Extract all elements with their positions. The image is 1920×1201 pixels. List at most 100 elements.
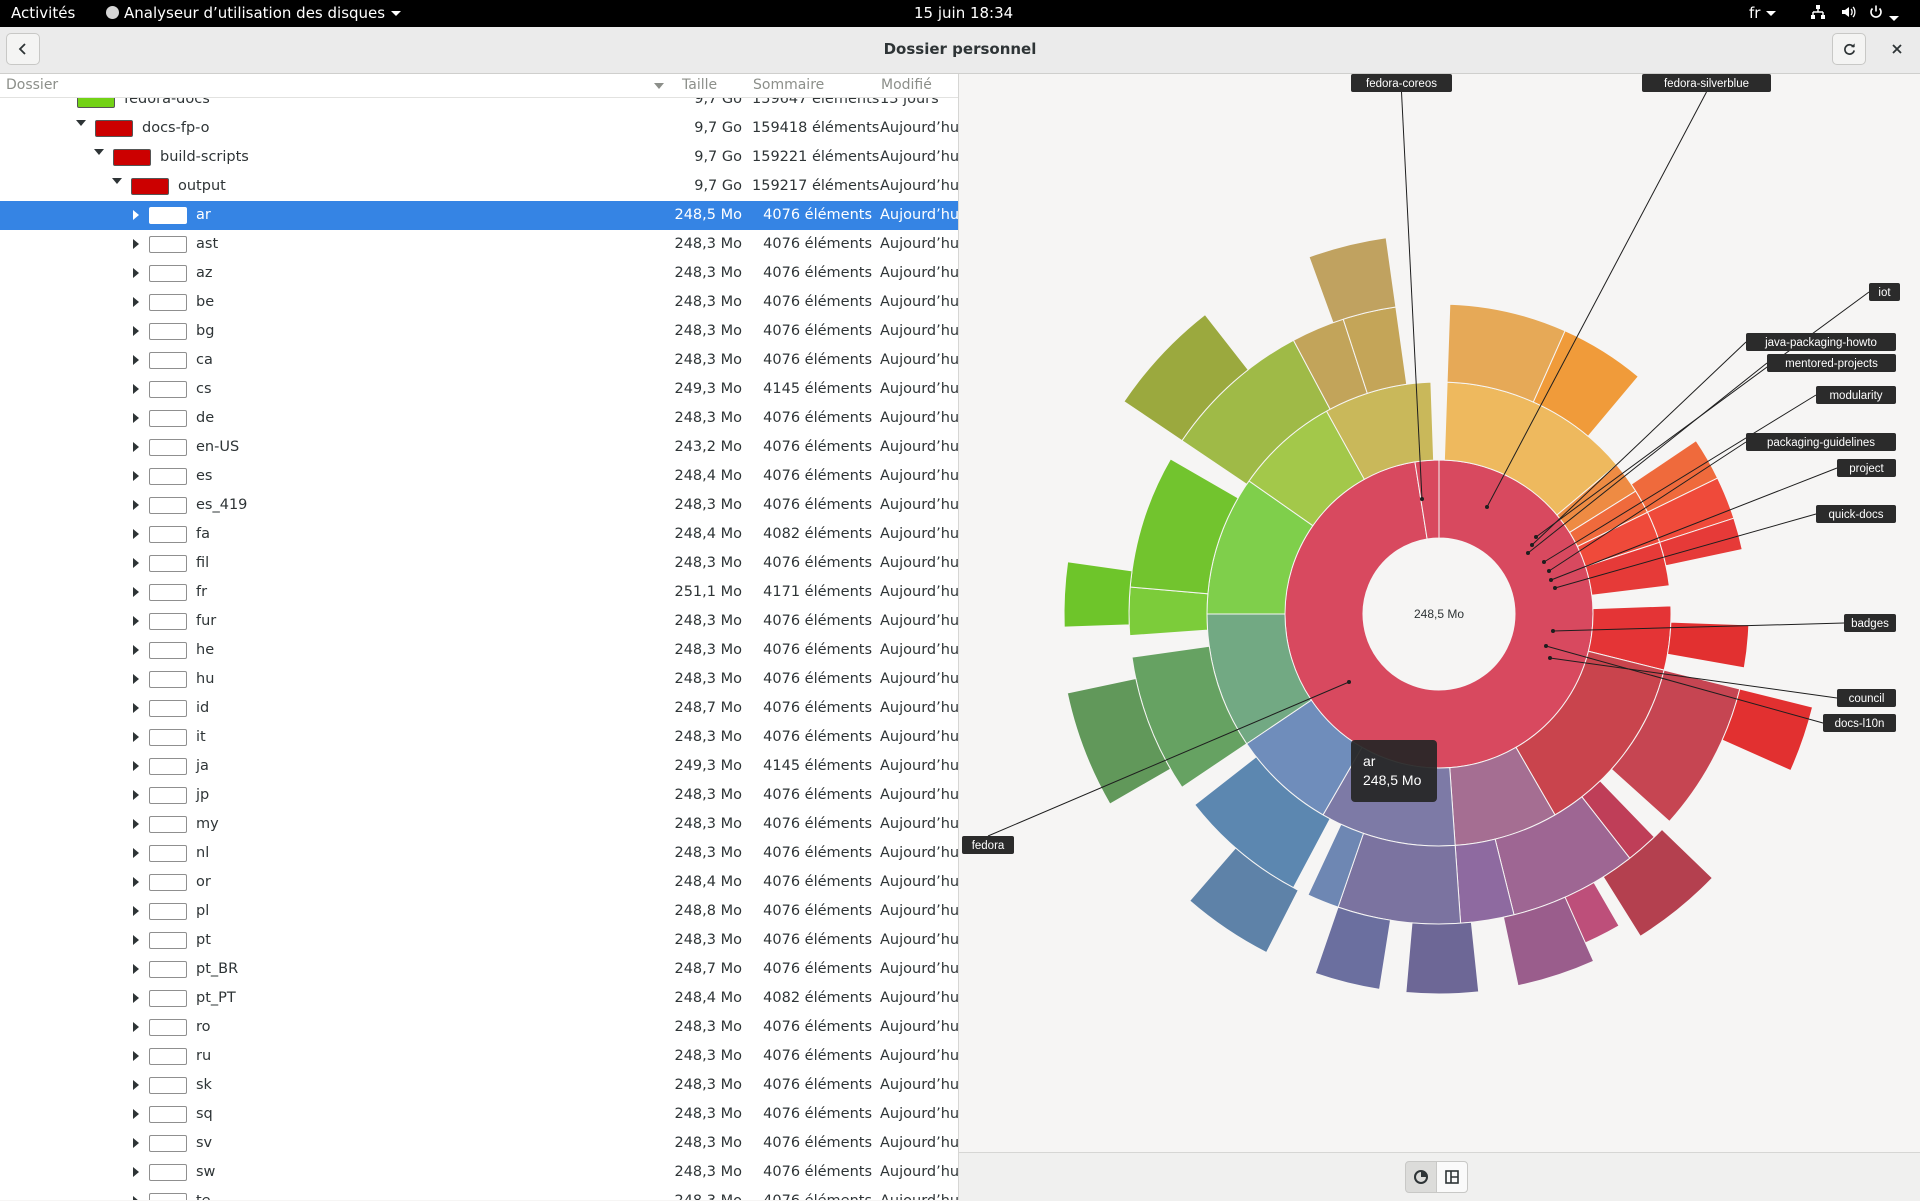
expand-arrow-icon[interactable]	[133, 1109, 139, 1119]
expand-arrow-icon[interactable]	[133, 993, 139, 1003]
tree-row[interactable]: pt_PT 248,4 Mo 4082 éléments Aujourd’hui	[0, 984, 958, 1013]
tree-row[interactable]: ru 248,3 Mo 4076 éléments Aujourd’hui	[0, 1042, 958, 1071]
refresh-button[interactable]	[1832, 33, 1866, 65]
tree-row[interactable]: ja 249,3 Mo 4145 éléments Aujourd’hui	[0, 752, 958, 781]
tree-row[interactable]: nl 248,3 Mo 4076 éléments Aujourd’hui	[0, 839, 958, 868]
tree-row[interactable]: ast 248,3 Mo 4076 éléments Aujourd’hui	[0, 230, 958, 259]
column-modified[interactable]: Modifié	[881, 77, 932, 93]
collapse-arrow-icon[interactable]	[94, 149, 104, 155]
expand-arrow-icon[interactable]	[133, 355, 139, 365]
tree-row[interactable]: pt_BR 248,7 Mo 4076 éléments Aujourd’hui	[0, 955, 958, 984]
tree-row[interactable]: hu 248,3 Mo 4076 éléments Aujourd’hui	[0, 665, 958, 694]
tree-row[interactable]: id 248,7 Mo 4076 éléments Aujourd’hui	[0, 694, 958, 723]
volume-icon[interactable]	[1840, 4, 1856, 24]
clock[interactable]: 15 juin 18:34	[914, 4, 1013, 22]
expand-arrow-icon[interactable]	[133, 1167, 139, 1177]
expand-arrow-icon[interactable]	[133, 297, 139, 307]
treemap-chart-button[interactable]	[1436, 1161, 1468, 1193]
tree-row[interactable]: bg 248,3 Mo 4076 éléments Aujourd’hui	[0, 317, 958, 346]
collapse-arrow-icon[interactable]	[112, 178, 122, 184]
expand-arrow-icon[interactable]	[133, 645, 139, 655]
tree-row[interactable]: te 248,3 Mo 4076 éléments Aujourd’hui	[0, 1187, 958, 1200]
tree-row[interactable]: sq 248,3 Mo 4076 éléments Aujourd’hui	[0, 1100, 958, 1129]
tree-row[interactable]: fur 248,3 Mo 4076 éléments Aujourd’hui	[0, 607, 958, 636]
expand-arrow-icon[interactable]	[133, 877, 139, 887]
ring-segment[interactable]	[1666, 621, 1750, 669]
tree-row[interactable]: ca 248,3 Mo 4076 éléments Aujourd’hui	[0, 346, 958, 375]
expand-arrow-icon[interactable]	[133, 848, 139, 858]
tree-row-folder[interactable]: docs-fp-o 9,7 Go 159418 éléments Aujourd’hu…	[0, 114, 958, 143]
expand-arrow-icon[interactable]	[133, 326, 139, 336]
expand-arrow-icon[interactable]	[133, 1196, 139, 1200]
expand-arrow-icon[interactable]	[133, 210, 139, 220]
column-summary[interactable]: Sommaire	[753, 77, 824, 93]
close-button[interactable]	[1880, 33, 1914, 65]
tree-row[interactable]: jp 248,3 Mo 4076 éléments Aujourd’hui	[0, 781, 958, 810]
tree-row-folder[interactable]: output 9,7 Go 159217 éléments Aujourd’hui	[0, 172, 958, 201]
network-icon[interactable]	[1810, 4, 1826, 24]
tree-row[interactable]: en-US 243,2 Mo 4076 éléments Aujourd’hui	[0, 433, 958, 462]
tree-row[interactable]: ar 248,5 Mo 4076 éléments Aujourd’hui	[0, 201, 958, 230]
expand-arrow-icon[interactable]	[133, 819, 139, 829]
expand-arrow-icon[interactable]	[133, 790, 139, 800]
ring-segment[interactable]	[1128, 586, 1209, 637]
tree-row[interactable]: es_419 248,3 Mo 4076 éléments Aujourd’hui	[0, 491, 958, 520]
folder-tree[interactable]: Dossier Taille Sommaire Modifié fedora-d…	[0, 74, 959, 1200]
expand-arrow-icon[interactable]	[133, 906, 139, 916]
app-menu[interactable]: Analyseur d’utilisation des disques	[106, 4, 402, 22]
expand-arrow-icon[interactable]	[133, 1051, 139, 1061]
ring-chart-view[interactable]: 248,5 Mo fedora-coreos fedora-silverblue io…	[959, 74, 1920, 1200]
expand-arrow-icon[interactable]	[133, 964, 139, 974]
activities-button[interactable]: Activités	[11, 4, 75, 22]
expand-arrow-icon[interactable]	[133, 529, 139, 539]
ring-segment[interactable]	[1314, 906, 1392, 990]
expand-arrow-icon[interactable]	[133, 1022, 139, 1032]
expand-arrow-icon[interactable]	[133, 413, 139, 423]
expand-arrow-icon[interactable]	[133, 500, 139, 510]
expand-arrow-icon[interactable]	[133, 384, 139, 394]
tree-row[interactable]: es 248,4 Mo 4076 éléments Aujourd’hui	[0, 462, 958, 491]
tree-row[interactable]: he 248,3 Mo 4076 éléments Aujourd’hui	[0, 636, 958, 665]
expand-arrow-icon[interactable]	[133, 558, 139, 568]
expand-arrow-icon[interactable]	[133, 239, 139, 249]
ring-chart[interactable]: 248,5 Mo fedora-coreos fedora-silverblue io…	[959, 74, 1920, 1152]
expand-arrow-icon[interactable]	[133, 703, 139, 713]
column-size[interactable]: Taille	[682, 77, 717, 93]
system-menu-arrow-icon[interactable]	[1889, 9, 1899, 27]
expand-arrow-icon[interactable]	[133, 674, 139, 684]
tree-row[interactable]: fr 251,1 Mo 4171 éléments Aujourd’hui	[0, 578, 958, 607]
expand-arrow-icon[interactable]	[133, 935, 139, 945]
power-icon[interactable]	[1868, 4, 1884, 24]
expand-arrow-icon[interactable]	[133, 268, 139, 278]
expand-arrow-icon[interactable]	[133, 732, 139, 742]
tree-row[interactable]: sk 248,3 Mo 4076 éléments Aujourd’hui	[0, 1071, 958, 1100]
expand-arrow-icon[interactable]	[133, 442, 139, 452]
tree-row[interactable]: or 248,4 Mo 4076 éléments Aujourd’hui	[0, 868, 958, 897]
tree-row[interactable]: pl 248,8 Mo 4076 éléments Aujourd’hui	[0, 897, 958, 926]
tree-row[interactable]: pt 248,3 Mo 4076 éléments Aujourd’hui	[0, 926, 958, 955]
tree-row[interactable]: az 248,3 Mo 4076 éléments Aujourd’hui	[0, 259, 958, 288]
tree-row[interactable]: fil 248,3 Mo 4076 éléments Aujourd’hui	[0, 549, 958, 578]
expand-arrow-icon[interactable]	[133, 1138, 139, 1148]
tree-row[interactable]: fa 248,4 Mo 4082 éléments Aujourd’hui	[0, 520, 958, 549]
ring-segment[interactable]	[1063, 561, 1133, 628]
rings-chart-button[interactable]	[1405, 1161, 1437, 1193]
tree-row[interactable]: my 248,3 Mo 4076 éléments Aujourd’hui	[0, 810, 958, 839]
collapse-arrow-icon[interactable]	[76, 120, 86, 126]
tree-row[interactable]: de 248,3 Mo 4076 éléments Aujourd’hui	[0, 404, 958, 433]
tree-row[interactable]: be 248,3 Mo 4076 éléments Aujourd’hui	[0, 288, 958, 317]
tree-row[interactable]: sv 248,3 Mo 4076 éléments Aujourd’hui	[0, 1129, 958, 1158]
expand-arrow-icon[interactable]	[133, 1080, 139, 1090]
expand-arrow-icon[interactable]	[133, 471, 139, 481]
tree-row[interactable]: ro 248,3 Mo 4076 éléments Aujourd’hui	[0, 1013, 958, 1042]
column-folder[interactable]: Dossier	[6, 77, 58, 93]
tree-row[interactable]: sw 248,3 Mo 4076 éléments Aujourd’hui	[0, 1158, 958, 1187]
input-source-menu[interactable]: fr	[1749, 4, 1777, 22]
expand-arrow-icon[interactable]	[133, 761, 139, 771]
tree-row[interactable]: cs 249,3 Mo 4145 éléments Aujourd’hui	[0, 375, 958, 404]
tree-row[interactable]: it 248,3 Mo 4076 éléments Aujourd’hui	[0, 723, 958, 752]
expand-arrow-icon[interactable]	[133, 587, 139, 597]
expand-arrow-icon[interactable]	[133, 616, 139, 626]
tree-row-folder[interactable]: build-scripts 9,7 Go 159221 éléments Aujour…	[0, 143, 958, 172]
ring-segment[interactable]	[1405, 921, 1480, 995]
